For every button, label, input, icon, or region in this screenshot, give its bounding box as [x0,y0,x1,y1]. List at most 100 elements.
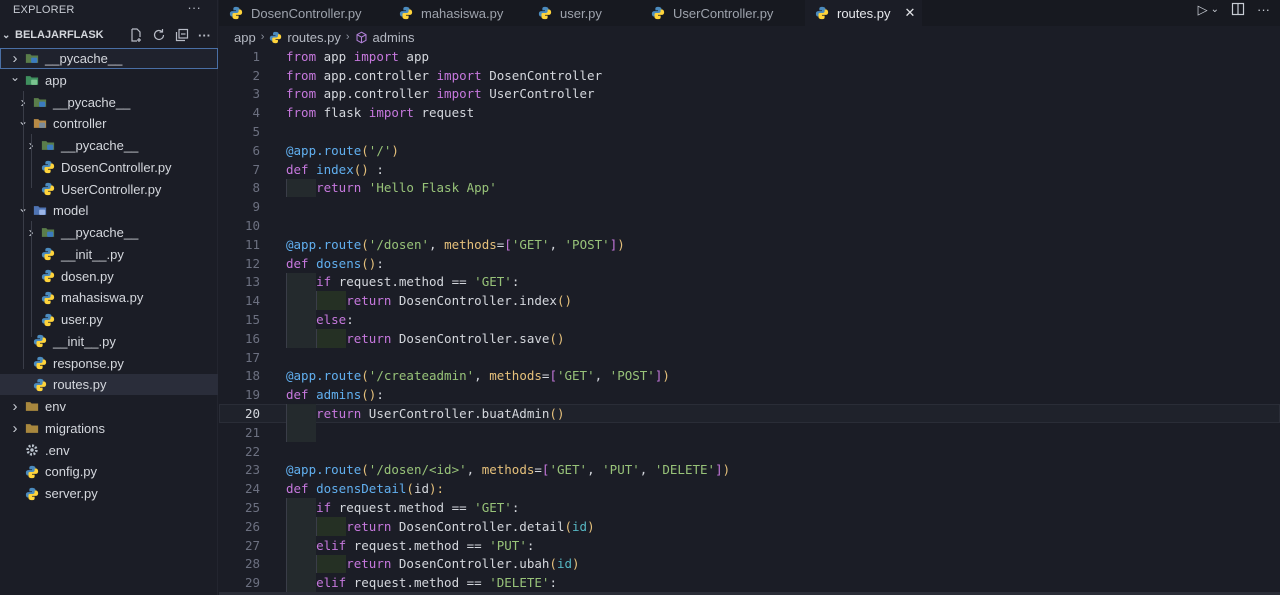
tree-item-env[interactable]: .env [0,440,218,461]
tab-routes[interactable]: routes.py ✕ [805,0,922,26]
project-root[interactable]: ⌄ BELAJARFLASK ··· [0,24,217,46]
code-line[interactable]: 11 @app.route('/dosen', methods=['GET', '… [219,235,1280,254]
code-token: ( [549,556,557,572]
code-line[interactable]: 6 @app.route('/') [219,141,1280,160]
tree-item-response-py[interactable]: response.py [0,353,218,374]
breadcrumb-file[interactable]: routes.py [287,30,340,45]
code-line[interactable]: 23 @app.route('/dosen/<id>', methods=['GE… [219,461,1280,480]
code-line[interactable]: 10 [219,216,1280,235]
code-text: return DosenController.detail(id) [286,518,594,534]
tree-item-usercontroller-py[interactable]: UserController.py [0,179,218,200]
code-line[interactable]: 18 @app.route('/createadmin', methods=['G… [219,367,1280,386]
code-token: ( [406,481,414,497]
code-token: ) [572,556,580,572]
tree-item-app[interactable]: ⌄ app [0,70,218,91]
code-token: [ [549,368,557,384]
line-number: 21 [244,424,260,440]
code-line[interactable]: 19 def admins(): [219,385,1280,404]
tree-item-dosencontroller-py[interactable]: DosenController.py [0,157,218,178]
code-line[interactable]: 4 from flask import request [219,103,1280,122]
tree-item-routes-py[interactable]: routes.py [0,374,218,396]
code-line[interactable]: 28 return DosenController.ubah(id) [219,554,1280,574]
tree-item-label: controller [53,116,107,132]
tree-item-config-py[interactable]: config.py [0,461,218,482]
code-line[interactable]: 7 def index() : [219,160,1280,179]
code-token: def [286,481,309,497]
tree-item-pycache[interactable]: ›__pycache__ [0,135,218,156]
new-file-icon[interactable] [127,27,144,43]
code-line[interactable]: 25 if request.method == 'GET': [219,498,1280,517]
code-token: import [353,48,399,64]
tree-item-pycache[interactable]: ›__pycache__ [0,48,218,69]
code-line[interactable]: 1 from app import app [219,47,1280,66]
code-token: ( [361,368,369,384]
collapse-all-icon[interactable] [173,27,190,43]
code-line[interactable]: 2 from app.controller import DosenControl… [219,66,1280,85]
code-token: request.method == [346,575,490,591]
tree-item-init-py[interactable]: __init__.py [0,244,218,265]
refresh-icon[interactable] [150,27,167,43]
split-editor-icon[interactable] [1231,2,1245,19]
more-actions-icon[interactable]: ··· [1257,2,1270,19]
code-line[interactable]: 14 return DosenController.index() [219,291,1280,311]
explorer-actions: ··· [127,27,213,43]
tree-item-pycache[interactable]: ›__pycache__ [0,92,218,113]
code-token: else [316,312,347,328]
tab-user[interactable]: user.py [528,0,641,26]
code-token: ) [722,462,731,478]
tree-item-mahasiswa-py[interactable]: mahasiswa.py [0,287,218,308]
tab-mahasiswa[interactable]: mahasiswa.py [389,0,528,26]
close-icon[interactable]: ✕ [904,5,915,21]
code-token: if [316,274,332,290]
tree-item-user-py[interactable]: user.py [0,309,218,330]
line-number: 1 [252,48,260,64]
code-line[interactable]: 13 if request.method == 'GET': [219,272,1280,292]
tree-item-model[interactable]: ⌄model [0,200,218,221]
tree-item-server-py[interactable]: server.py [0,483,218,504]
python-file-icon [25,465,39,479]
code-line[interactable]: 24 def dosensDetail(id): [219,479,1280,498]
tab-label: mahasiswa.py [421,5,504,21]
code-line[interactable]: 21 [219,423,1280,442]
breadcrumb-folder[interactable]: app [234,30,256,45]
code-text: def index() : [286,162,384,177]
tree-item-env[interactable]: › env [0,396,218,417]
code-line[interactable]: 27 elif request.method == 'PUT': [219,535,1280,555]
code-line[interactable]: 3 from app.controller import UserControll… [219,85,1280,104]
run-icon[interactable]: ▷ [1198,2,1208,19]
line-number: 12 [244,255,260,271]
python-folder-icon [25,52,39,66]
tree-item-init-py[interactable]: __init__.py [0,331,218,352]
tree-item-migrations[interactable]: › migrations [0,418,218,439]
tree-item-dosen-py[interactable]: dosen.py [0,266,218,287]
code-editor[interactable]: 1 from app import app 2 from app.controller… [219,46,1280,593]
code-line[interactable]: 5 [219,122,1280,141]
tab-usercontroller[interactable]: UserController.py [641,0,805,26]
tab-dosencontroller[interactable]: DosenController.py [219,0,389,26]
tree-item-controller[interactable]: ⌄controller [0,113,218,134]
explorer-more-icon[interactable]: ··· [187,0,201,15]
code-token: def [286,387,309,403]
chevron-down-icon[interactable]: ⌄ [1211,4,1219,19]
code-line[interactable]: 29 elif request.method == 'DELETE': [219,573,1280,593]
code-token: '/createadmin' [368,368,475,384]
code-line[interactable]: 12 def dosens(): [219,254,1280,273]
code-token: return [346,518,392,534]
code-line[interactable]: 17 [219,348,1280,367]
code-line[interactable]: 20 return UserController.buatAdmin() [219,404,1280,423]
code-line[interactable]: 16 return DosenController.save() [219,329,1280,348]
tree-item-pycache[interactable]: ›__pycache__ [0,222,218,243]
code-text: @app.route('/dosen/<id>', methods=['GET'… [286,462,730,477]
breadcrumb-symbol[interactable]: admins [373,30,415,45]
more-actions-icon[interactable]: ··· [196,27,213,43]
code-line[interactable]: 9 [219,197,1280,216]
code-token: () [549,406,565,422]
code-text: @app.route('/createadmin', methods=['GET… [286,368,670,383]
code-line[interactable]: 15 else: [219,310,1280,329]
line-number: 5 [252,124,260,140]
code-line[interactable]: 8 return 'Hello Flask App' [219,178,1280,198]
code-line[interactable]: 26 return DosenController.detail(id) [219,517,1280,536]
code-line[interactable]: 22 [219,442,1280,461]
python-file-icon [399,6,413,20]
